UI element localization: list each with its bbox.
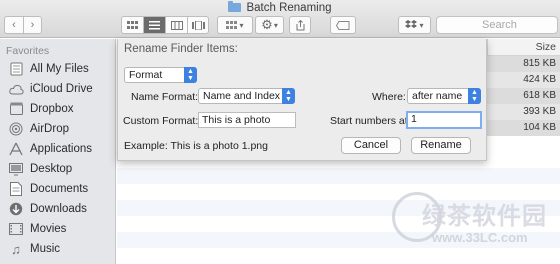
size-column-header[interactable]: Size: [487, 39, 560, 56]
sidebar-item-dropbox[interactable]: Dropbox: [8, 99, 73, 119]
file-size-cell[interactable]: 815 KB: [487, 56, 560, 72]
folder-icon: [228, 1, 242, 12]
window-title: Batch Renaming: [0, 1, 560, 14]
icon-view-button[interactable]: [121, 16, 143, 34]
view-mode-control: [121, 16, 209, 34]
dropbox-icon: [405, 20, 418, 28]
name-format-popup[interactable]: Name and Index ▲ ▼: [198, 88, 295, 104]
back-button[interactable]: ‹: [4, 16, 23, 34]
where-value: after name: [412, 90, 463, 102]
file-size-cell[interactable]: 618 KB: [487, 88, 560, 104]
window-title-text: Batch Renaming: [246, 2, 332, 14]
file-size-cell[interactable]: 104 KB: [487, 120, 560, 136]
icon-grid-icon: [127, 20, 138, 29]
sidebar-item-label: Documents: [30, 183, 89, 195]
name-format-label: Name Format:: [131, 91, 199, 103]
sidebar-item-label: AirDrop: [30, 123, 69, 135]
cover-flow-button[interactable]: [187, 16, 209, 34]
tag-button[interactable]: [330, 16, 356, 34]
where-label: Where:: [372, 91, 406, 103]
cover-flow-icon: [191, 20, 205, 30]
sidebar-item-movies[interactable]: Movies: [8, 219, 66, 239]
search-field[interactable]: Search: [436, 16, 558, 34]
sidebar: Favorites All My Files iCloud Drive Drop…: [0, 39, 116, 264]
list-view-button[interactable]: [143, 16, 165, 34]
start-numbers-field[interactable]: 1: [406, 111, 482, 129]
sidebar-item-music[interactable]: ♫ Music: [8, 239, 60, 259]
size-column: Size 815 KB 424 KB 618 KB 393 KB 104 KB: [487, 39, 560, 264]
rename-button[interactable]: Rename: [411, 137, 471, 154]
dropbox-button[interactable]: ▾: [398, 16, 431, 34]
airdrop-icon: [8, 121, 24, 137]
popup-arrows-icon: ▲ ▼: [282, 88, 295, 104]
sidebar-item-all-my-files[interactable]: All My Files: [8, 59, 89, 79]
desktop-icon: [8, 161, 24, 177]
sidebar-heading: Favorites: [6, 45, 50, 57]
sidebar-item-label: iCloud Drive: [30, 83, 93, 95]
cloud-icon: [8, 81, 24, 97]
nav-buttons: ‹ ›: [4, 16, 42, 34]
search-placeholder: Search: [482, 19, 517, 31]
custom-format-field[interactable]: This is a photo: [198, 112, 296, 128]
chevron-right-icon: ›: [30, 19, 35, 31]
custom-format-label: Custom Format:: [123, 115, 199, 127]
rename-mode-value: Format: [129, 69, 163, 81]
list-icon: [149, 20, 160, 29]
applications-icon: [8, 141, 24, 157]
sidebar-item-documents[interactable]: Documents: [8, 179, 88, 199]
where-popup[interactable]: after name ▲ ▼: [407, 88, 481, 104]
columns-icon: [170, 20, 183, 30]
sidebar-item-label: All My Files: [30, 63, 89, 75]
chevron-down-icon: ▾: [239, 20, 244, 30]
example-text: Example: This is a photo 1.png: [124, 140, 268, 152]
sidebar-item-applications[interactable]: Applications: [8, 139, 92, 159]
dropbox-icon: [8, 101, 24, 117]
sidebar-item-label: Movies: [30, 223, 67, 235]
chevron-left-icon: ‹: [12, 19, 16, 31]
column-view-button[interactable]: [165, 16, 187, 34]
sidebar-item-downloads[interactable]: Downloads: [8, 199, 87, 219]
name-format-value: Name and Index: [203, 90, 281, 102]
arrange-button[interactable]: ▾: [217, 16, 253, 34]
sidebar-item-icloud-drive[interactable]: iCloud Drive: [8, 79, 93, 99]
toolbar: Batch Renaming ‹ › ▾ ⚙ ▾ ▾ Search: [0, 0, 560, 38]
rename-sheet: Rename Finder Items: Format ▲ ▼ Name Form…: [117, 39, 487, 161]
all-files-icon: [8, 61, 24, 77]
share-button[interactable]: [289, 16, 311, 34]
gear-icon: ⚙: [261, 17, 273, 32]
chevron-down-icon: ▾: [419, 20, 424, 30]
file-size-cell[interactable]: 424 KB: [487, 72, 560, 88]
cancel-button[interactable]: Cancel: [341, 137, 401, 154]
rename-mode-popup[interactable]: Format ▲ ▼: [124, 67, 197, 83]
start-numbers-label: Start numbers at:: [330, 115, 411, 127]
sidebar-item-label: Music: [30, 243, 61, 255]
popup-arrows-icon: ▲ ▼: [184, 67, 197, 83]
sidebar-item-desktop[interactable]: Desktop: [8, 159, 72, 179]
share-icon: [296, 19, 304, 30]
file-size-cell[interactable]: 393 KB: [487, 104, 560, 120]
popup-arrows-icon: ▲ ▼: [468, 88, 481, 104]
sidebar-item-label: Downloads: [30, 203, 87, 215]
downloads-icon: [8, 201, 24, 217]
sidebar-item-airdrop[interactable]: AirDrop: [8, 119, 69, 139]
chevron-down-icon: ▾: [273, 20, 278, 30]
forward-button[interactable]: ›: [23, 16, 42, 34]
sidebar-item-label: Desktop: [30, 163, 73, 175]
arrange-icon: [226, 20, 238, 29]
movies-icon: [8, 221, 24, 237]
sidebar-item-label: Dropbox: [30, 103, 74, 115]
music-icon: ♫: [11, 241, 21, 257]
tag-icon: [336, 20, 350, 30]
documents-icon: [8, 181, 24, 197]
sheet-title: Rename Finder Items:: [124, 43, 238, 55]
action-button[interactable]: ⚙ ▾: [255, 16, 284, 34]
sidebar-item-label: Applications: [30, 143, 93, 155]
